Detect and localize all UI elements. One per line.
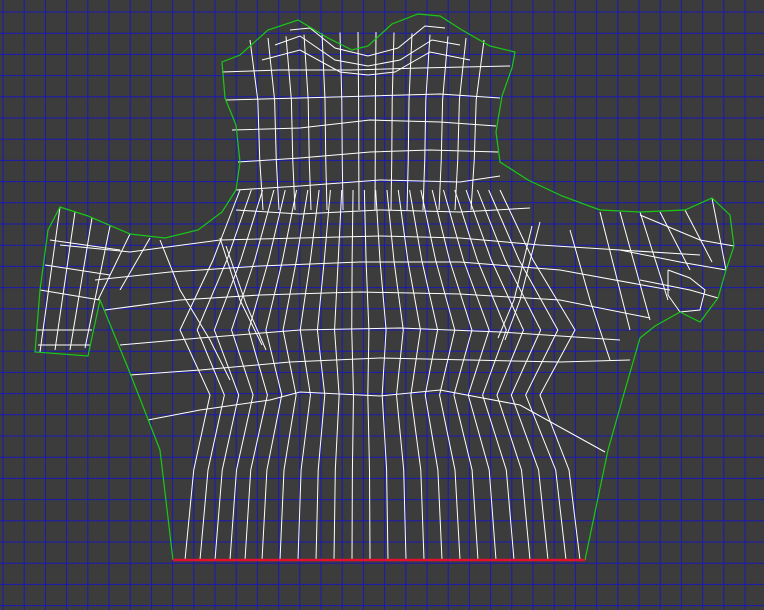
uv-canvas[interactable] <box>0 0 764 610</box>
canvas-background <box>0 0 764 610</box>
uv-editor-viewport[interactable] <box>0 0 764 610</box>
